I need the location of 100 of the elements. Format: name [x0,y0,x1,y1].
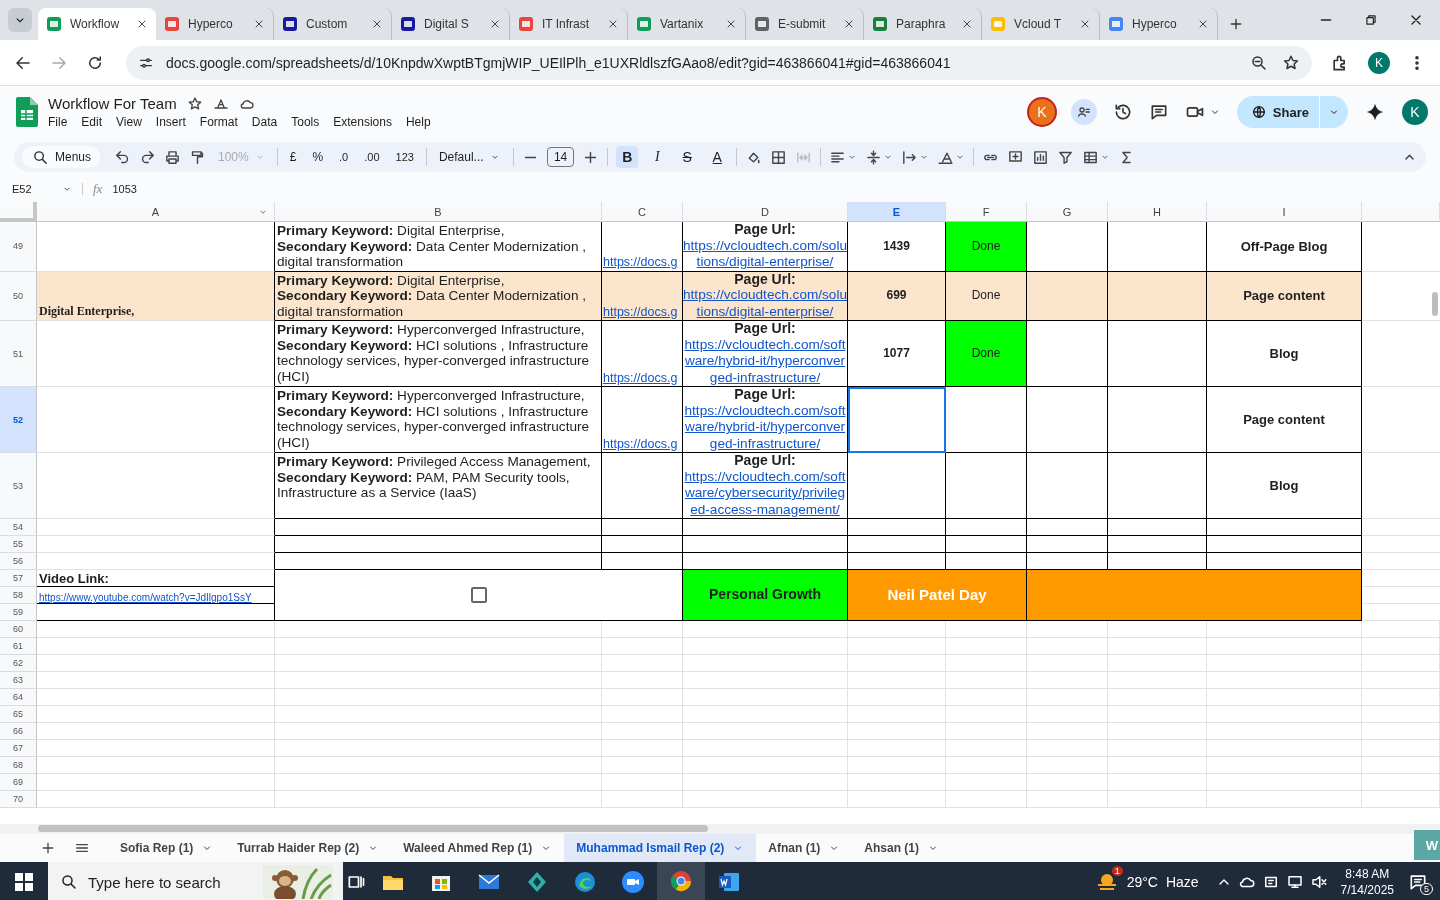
row-header[interactable]: 50 [0,271,37,321]
row-header[interactable]: 66 [0,723,37,740]
row-header[interactable]: 64 [0,689,37,706]
row-header[interactable]: 58 [0,587,37,604]
row-header[interactable]: 62 [0,655,37,672]
percent-button[interactable]: % [308,150,328,164]
undo-icon[interactable] [114,148,131,166]
checkbox[interactable] [470,587,487,603]
column-header[interactable]: E [848,202,946,222]
row-header[interactable]: 60 [0,621,37,638]
font-size-field[interactable]: 14 [546,147,575,167]
strikethrough-button[interactable]: S [676,146,699,168]
sheet-tab[interactable]: Afnan (1) [756,834,853,862]
speaker-muted-icon[interactable] [1309,873,1328,891]
vertical-align-dropdown[interactable] [865,148,894,166]
account-avatar[interactable]: K [1402,99,1428,125]
close-icon[interactable] [136,18,148,30]
row-header[interactable]: 70 [0,791,37,808]
column-header[interactable]: G [1027,202,1108,222]
cell-link[interactable]: https://docs.g [603,255,678,271]
cell-link[interactable]: https://vcloudtech.com/solutions/digital-enterprise/ [683,287,847,320]
row-header[interactable]: 52 [0,387,37,453]
close-icon[interactable] [489,18,501,30]
app-diamond-icon[interactable] [525,870,549,894]
menu-item[interactable]: Tools [291,115,320,129]
column-header[interactable]: B [275,202,602,222]
chart-icon[interactable] [1032,148,1050,166]
row-header[interactable]: 69 [0,774,37,791]
clock-time[interactable]: 8:48 AM [1345,866,1390,882]
close-icon[interactable] [843,18,855,30]
windows-start-icon[interactable] [15,873,33,891]
close-icon[interactable] [725,18,737,30]
chrome-icon[interactable] [669,869,693,893]
cell-link[interactable]: https://www.youtube.com/watch?v=JdIlgpo1SsY [39,592,252,603]
row-header[interactable]: 55 [0,536,37,553]
italic-button[interactable]: I [646,146,669,168]
network-icon[interactable] [1285,873,1304,891]
close-icon[interactable] [253,18,265,30]
menu-item[interactable]: Format [199,115,238,129]
column-header[interactable]: I [1207,202,1362,222]
cell-link[interactable]: https://vcloudtech.com/software/cybersecurity/privileged-access-management/ [683,468,847,518]
sheet-tab[interactable]: Muhammad Ismail Rep (2) [564,834,757,862]
row-header[interactable]: 63 [0,672,37,689]
menu-item[interactable]: View [116,115,142,129]
bookmark-star-icon[interactable] [1282,53,1300,72]
scrollbar-thumb[interactable] [38,825,708,832]
menu-item[interactable]: Edit [81,115,103,129]
close-icon[interactable] [1079,18,1091,30]
row-header[interactable]: 61 [0,638,37,655]
close-icon[interactable] [371,18,383,30]
edge-icon[interactable] [573,870,597,894]
close-icon[interactable] [1197,18,1209,30]
reload-icon[interactable] [86,53,104,72]
row-header[interactable]: 54 [0,519,37,536]
restore-icon[interactable] [1364,13,1378,27]
sheet-tab[interactable]: Waleed Ahmed Rep (1) [391,834,565,862]
column-header[interactable]: F [946,202,1027,222]
increase-decimal-button[interactable]: .00 [360,151,384,163]
column-header[interactable]: H [1108,202,1207,222]
cell-link[interactable]: https://vcloudtech.com/software/hybrid-it/hyperconverged-infrastructure/ [683,336,847,386]
browser-tab[interactable]: Workflow [38,8,156,40]
cell-link[interactable]: https://vcloudtech.com/solutions/digital-enterprise/ [683,237,847,271]
bold-button[interactable]: B [616,146,639,168]
star-icon[interactable] [186,95,203,112]
row-header[interactable]: 65 [0,706,37,723]
cell-link[interactable]: https://docs.g [603,370,678,386]
profile-avatar[interactable]: K [1368,51,1390,74]
row-header[interactable]: 57 [0,570,37,587]
borders-icon[interactable] [770,148,788,166]
paint-format-icon[interactable] [189,148,206,166]
text-color-button[interactable]: A [706,146,729,168]
address-bar[interactable]: docs.google.com/spreadsheets/d/10KnpdwXwptBTgmjWIP_UEIlPlh_e1UXRldlszfGAao8/edit?gid=463866041#gid=463866041 [126,45,1312,80]
row-header[interactable]: 49 [0,222,37,272]
font-dropdown[interactable]: Defaul... [434,150,505,164]
selected-cell[interactable] [848,387,946,453]
close-icon[interactable] [961,18,973,30]
menus-search-field[interactable]: Menus [22,146,100,168]
menu-item[interactable]: Insert [155,115,186,129]
redo-icon[interactable] [139,148,156,166]
word-icon[interactable] [717,870,741,894]
clock-date[interactable]: 7/14/2025 [1340,882,1394,898]
zoom-app-icon[interactable] [621,870,645,894]
row-header[interactable]: 51 [0,321,37,387]
document-title[interactable]: Workflow For Team [48,95,177,112]
decrease-decimal-button[interactable]: .0 [335,151,353,163]
cell-link[interactable]: https://vcloudtech.com/software/hybrid-it/hyperconverged-infrastructure/ [683,402,847,452]
notifications-icon[interactable] [1408,872,1428,892]
column-header[interactable]: C [602,202,683,222]
column-header[interactable]: D [683,202,848,222]
row-header[interactable]: 56 [0,553,37,570]
close-icon[interactable] [607,18,619,30]
zoom-icon[interactable] [1250,53,1268,72]
sheet-tab[interactable]: Ahsan (1) [852,834,951,862]
row-header[interactable]: 67 [0,740,37,757]
print-icon[interactable] [164,148,181,166]
sheet-tab[interactable]: Turrab Haider Rep (2) [225,834,392,862]
menu-item[interactable]: File [48,115,68,129]
currency-button[interactable]: £ [285,150,301,164]
name-box[interactable]: E52 [12,183,83,195]
formula-field[interactable]: 1053 [112,183,137,195]
